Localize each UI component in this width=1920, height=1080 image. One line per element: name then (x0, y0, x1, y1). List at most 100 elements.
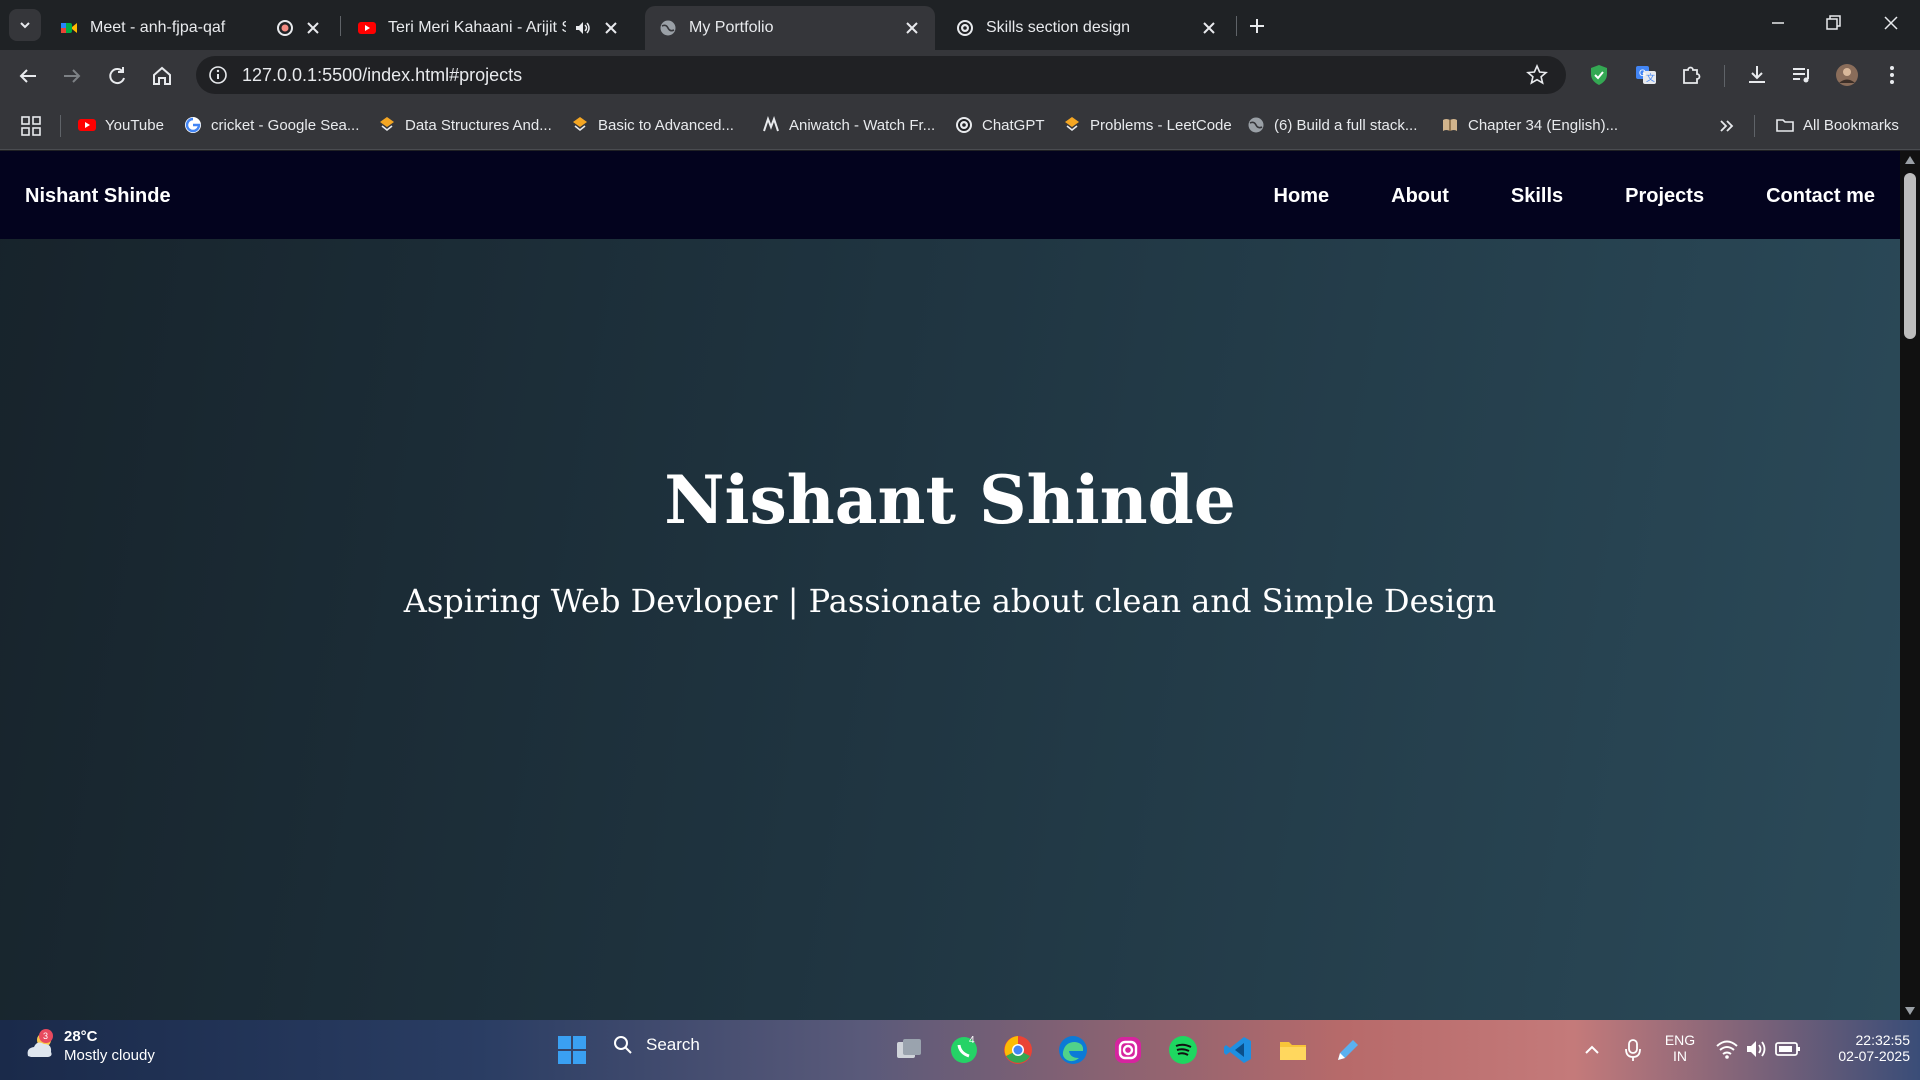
clock[interactable]: 22:32:55 02-07-2025 (1810, 1032, 1910, 1064)
new-tab-icon[interactable] (1244, 13, 1270, 39)
bookmark-chatgpt[interactable]: ChatGPT (955, 114, 1045, 136)
whatsapp-badge: 4 (969, 1035, 975, 1046)
chevron-down-icon (20, 22, 30, 29)
scroll-up-arrow-icon[interactable] (1905, 156, 1915, 164)
taskbar-search[interactable]: Search (612, 1034, 700, 1056)
globe-icon (660, 20, 676, 36)
bookmark-cricket[interactable]: cricket - Google Sea... (184, 114, 359, 136)
tab-youtube[interactable]: Teri Meri Kahaani - Arijit Sin (344, 6, 634, 50)
instagram-icon[interactable] (1112, 1034, 1144, 1066)
tab-strip: Meet - anh-fjpa-qaf Teri Meri Kahaani - … (0, 0, 1920, 50)
hero-subtitle: Aspiring Web Devloper | Passionate about… (403, 582, 1497, 620)
home-icon[interactable] (148, 62, 176, 90)
bookmark-basic-to-advanced[interactable]: Basic to Advanced... (571, 114, 734, 136)
bookmarks-separator (1754, 115, 1755, 137)
whatsapp-icon[interactable]: 4 (948, 1034, 980, 1066)
clock-date: 02-07-2025 (1838, 1048, 1910, 1064)
reload-icon[interactable] (103, 62, 131, 90)
drawing-app-icon[interactable] (1332, 1034, 1364, 1066)
nav-link-contact[interactable]: Contact me (1766, 185, 1875, 208)
download-icon[interactable] (1745, 63, 1769, 87)
scrollbar-thumb[interactable] (1904, 173, 1916, 339)
chatgpt-icon (957, 20, 973, 36)
wifi-icon[interactable] (1715, 1038, 1739, 1060)
bookmark-label: Chapter 34 (English)... (1468, 116, 1619, 134)
tab-separator (1236, 16, 1237, 36)
folder-icon (1776, 119, 1794, 132)
language-indicator[interactable]: ENG IN (1662, 1032, 1698, 1064)
file-explorer-icon[interactable] (1277, 1034, 1309, 1066)
extensions-puzzle-icon[interactable] (1679, 63, 1703, 87)
bookmark-star-icon[interactable] (1526, 64, 1548, 86)
book-icon (1443, 119, 1457, 131)
windows-start-icon[interactable] (556, 1034, 588, 1066)
scroll-down-arrow-icon[interactable] (1905, 1007, 1915, 1015)
shield-extension-icon[interactable] (1587, 63, 1611, 87)
url-text[interactable]: 127.0.0.1:5500/index.html#projects (242, 65, 522, 86)
weather-badge: 3 (43, 1031, 48, 1041)
browser-toolbar: 127.0.0.1:5500/index.html#projects G文 (0, 50, 1920, 100)
bookmark-aniwatch[interactable]: Aniwatch - Watch Fr... (762, 114, 935, 136)
speaker-icon[interactable] (574, 19, 592, 37)
bookmark-label: Basic to Advanced... (598, 116, 734, 134)
address-bar[interactable]: 127.0.0.1:5500/index.html#projects (196, 56, 1566, 94)
bookmark-youtube[interactable]: YouTube (78, 114, 164, 136)
back-icon[interactable] (14, 62, 42, 90)
nav-link-about[interactable]: About (1391, 185, 1449, 208)
tab-separator (340, 16, 341, 36)
restore-icon[interactable] (1818, 8, 1848, 38)
tab-search-button[interactable] (9, 9, 41, 41)
bookmark-data-structures[interactable]: Data Structures And... (378, 114, 552, 136)
clock-time: 22:32:55 (1855, 1032, 1911, 1048)
edge-icon[interactable] (1057, 1034, 1089, 1066)
spotify-icon[interactable] (1167, 1034, 1199, 1066)
bookmark-label: Aniwatch - Watch Fr... (789, 116, 936, 134)
task-view-icon[interactable] (893, 1034, 925, 1066)
close-icon[interactable] (1200, 19, 1218, 37)
site-nav-links: Home About Skills Projects Contact me (1274, 185, 1875, 208)
bookmark-label: Data Structures And... (405, 116, 552, 134)
nav-link-skills[interactable]: Skills (1511, 185, 1563, 208)
recording-icon[interactable] (276, 19, 294, 37)
more-bookmarks-chevron-icon[interactable] (1716, 115, 1738, 137)
tab-skills-section[interactable]: Skills section design (942, 6, 1232, 50)
close-icon[interactable] (903, 19, 921, 37)
apps-grid-icon[interactable] (20, 115, 42, 137)
tab-my-portfolio[interactable]: My Portfolio (645, 6, 935, 50)
close-icon[interactable] (304, 19, 322, 37)
nav-link-home[interactable]: Home (1274, 185, 1330, 208)
code-icon (380, 117, 394, 132)
vscode-icon[interactable] (1222, 1034, 1254, 1066)
page-scrollbar[interactable] (1900, 151, 1920, 1020)
bookmark-build-full-stack[interactable]: (6) Build a full stack... (1247, 114, 1417, 136)
close-window-icon[interactable] (1876, 8, 1906, 38)
show-hidden-icons-chevron-icon[interactable] (1582, 1040, 1602, 1060)
chrome-icon[interactable] (1002, 1034, 1034, 1066)
google-icon (185, 117, 201, 133)
all-bookmarks-button[interactable]: All Bookmarks (1776, 114, 1899, 136)
site-brand[interactable]: Nishant Shinde (25, 185, 171, 208)
media-controls-icon[interactable] (1790, 63, 1814, 87)
bookmark-leetcode[interactable]: Problems - LeetCode (1063, 114, 1232, 136)
menu-dots-icon[interactable] (1880, 63, 1904, 87)
translate-extension-icon[interactable]: G文 (1634, 63, 1658, 87)
battery-icon[interactable] (1775, 1040, 1801, 1058)
microphone-icon[interactable] (1622, 1038, 1644, 1062)
bookmark-label: (6) Build a full stack... (1274, 116, 1418, 134)
search-icon (614, 1036, 632, 1054)
site-navbar: Nishant Shinde Home About Skills Project… (0, 151, 1900, 239)
weather-temperature: 28°C (64, 1028, 98, 1045)
language-region: IN (1673, 1048, 1687, 1064)
tab-meet[interactable]: Meet - anh-fjpa-qaf (46, 6, 336, 50)
forward-icon[interactable] (58, 62, 86, 90)
nav-link-projects[interactable]: Projects (1625, 185, 1704, 208)
minimize-icon[interactable] (1763, 8, 1793, 38)
site-info-icon[interactable] (208, 65, 228, 85)
weather-widget[interactable]: 3 28°C Mostly cloudy (22, 1028, 155, 1064)
bookmark-chapter-34[interactable]: Chapter 34 (English)... (1441, 114, 1618, 136)
close-icon[interactable] (602, 19, 620, 37)
aniwatch-icon (763, 116, 779, 132)
bookmark-label: cricket - Google Sea... (211, 116, 360, 134)
volume-icon[interactable] (1745, 1038, 1769, 1060)
profile-avatar-icon[interactable] (1835, 63, 1859, 87)
